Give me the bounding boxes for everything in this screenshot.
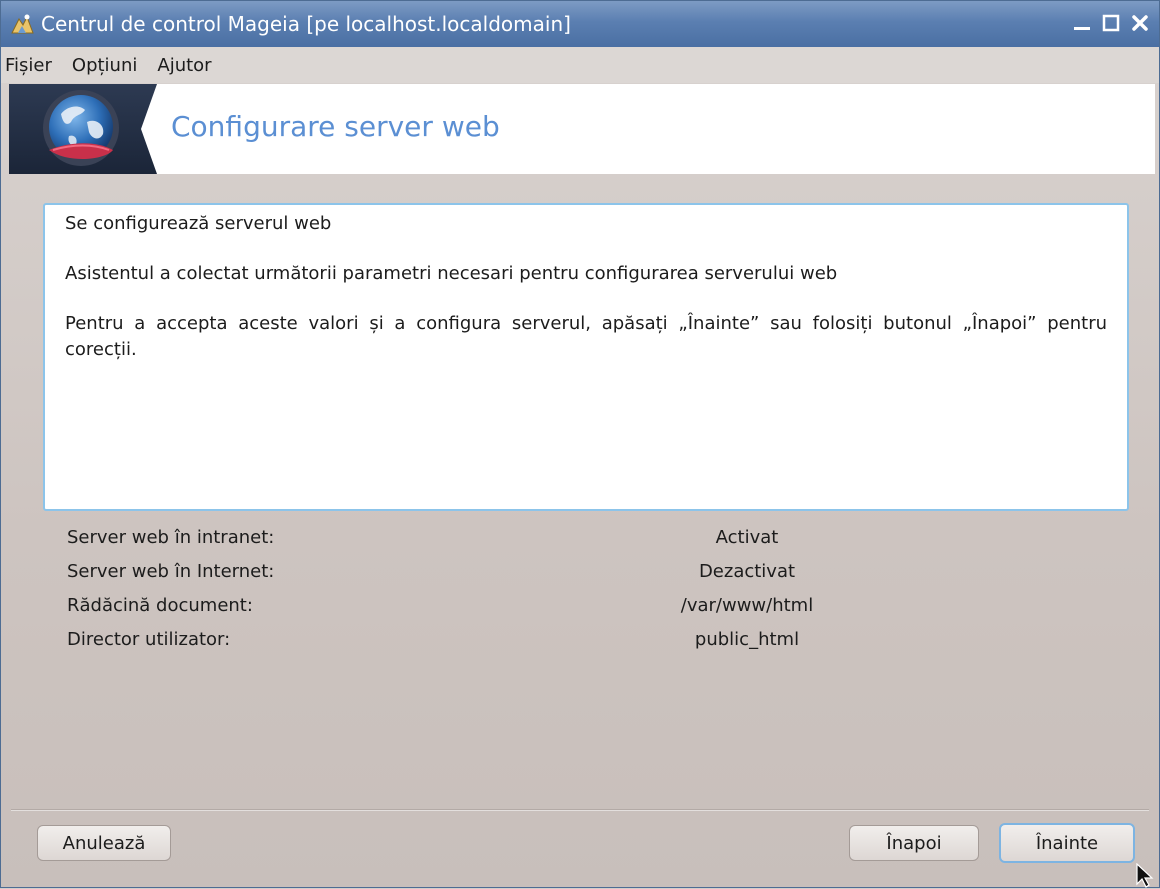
button-separator — [11, 809, 1149, 811]
menu-bar: Fișier Opțiuni Ajutor — [1, 47, 1159, 83]
message-intro: Asistentul a colectat următorii parametr… — [65, 263, 838, 284]
next-button[interactable]: Înainte — [999, 823, 1135, 863]
message-heading: Se configurează serverul web — [65, 213, 332, 234]
param-label: Rădăcină document: — [67, 595, 253, 616]
minimize-icon[interactable] — [1069, 10, 1095, 36]
param-value: public_html — [694, 629, 800, 650]
back-button[interactable]: Înapoi — [849, 825, 979, 861]
wizard-window: Centrul de control Mageia [pe localhost.… — [0, 0, 1160, 888]
param-row-intranet: Server web în intranet: Activat — [67, 527, 1067, 559]
cancel-button[interactable]: Anulează — [37, 825, 171, 861]
param-row-document-root: Rădăcină document: /var/www/html — [67, 595, 1067, 627]
param-value: Activat — [715, 527, 779, 548]
param-label: Server web în Internet: — [67, 561, 275, 582]
menu-options[interactable]: Opțiuni — [72, 55, 149, 76]
banner-icon-panel — [9, 84, 169, 174]
menu-file[interactable]: Fișier — [5, 55, 64, 76]
mageia-control-center-icon — [9, 11, 35, 37]
mouse-cursor-icon — [1136, 863, 1154, 888]
page-title: Configurare server web — [171, 110, 500, 143]
window-title: Centrul de control Mageia [pe localhost.… — [41, 12, 571, 36]
param-value: /var/www/html — [680, 595, 814, 616]
title-bar[interactable]: Centrul de control Mageia [pe localhost.… — [1, 1, 1159, 47]
param-row-internet: Server web în Internet: Dezactivat — [67, 561, 1067, 593]
globe-web-icon — [43, 84, 169, 174]
param-value: Dezactivat — [698, 561, 796, 582]
message-instructions: Pentru a accepta aceste valori și a conf… — [65, 313, 1107, 360]
param-label: Server web în intranet: — [67, 527, 275, 548]
maximize-icon[interactable] — [1098, 10, 1124, 36]
param-row-user-dir: Director utilizator: public_html — [67, 629, 1067, 661]
summary-message-box[interactable]: Se configurează serverul web Asistentul … — [43, 203, 1129, 511]
menu-help[interactable]: Ajutor — [157, 55, 223, 76]
header-banner: Configurare server web — [9, 84, 1155, 174]
param-label: Director utilizator: — [67, 629, 231, 650]
close-icon[interactable] — [1127, 10, 1153, 36]
